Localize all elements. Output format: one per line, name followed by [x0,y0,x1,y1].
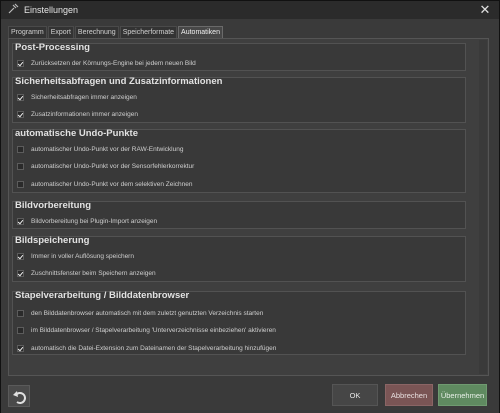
option-label: im Bilddatenbrowser / Stapelverarbeitung… [31,326,276,334]
tab-bar: Programm Export Berechnung Speicherforma… [8,26,224,38]
checkbox[interactable] [17,180,24,188]
tab-programm[interactable]: Programm [8,26,47,38]
group-title: Bildspeicherung [15,235,90,246]
settings-panel: Post-Processing Zurücksetzen der Körnung… [8,38,489,376]
option-label: automatischer Undo-Punkt vor der RAW-Ent… [31,145,184,153]
option-row[interactable]: automatischer Undo-Punkt vor dem selekti… [17,179,193,189]
scrollbar-track[interactable] [479,40,487,374]
option-label: Zusatzinformationen immer anzeigen [31,110,138,118]
option-row[interactable]: im Bilddatenbrowser / Stapelverarbeitung… [17,325,276,335]
checkbox[interactable] [17,344,24,352]
group-title: Stapelverarbeitung / Bilddatenbrowser [15,290,190,301]
window-title: Einstellungen [24,5,79,15]
option-label: Bildvorbereitung bei Plugin-Import anzei… [31,217,158,225]
checkbox[interactable] [17,326,24,334]
dialog-footer: OK Abbrechen Übernehmen [1,379,499,413]
checkbox[interactable] [17,93,24,101]
checkbox[interactable] [17,217,24,225]
option-row[interactable]: den Bilddatenbrowser automatisch mit dem… [17,308,263,318]
checkbox[interactable] [17,162,24,170]
option-row[interactable]: Zuschnittsfenster beim Speichern anzeige… [17,268,156,278]
option-label: automatisch die Datei-Extension zum Date… [31,344,277,352]
ok-button[interactable]: OK [332,384,378,406]
option-label: automatischer Undo-Punkt vor dem selekti… [31,180,193,188]
tab-export[interactable]: Export [47,26,74,38]
group-bildspeicherung: Bildspeicherung Immer in voller Auflösun… [12,235,466,282]
group-title: Bildvorbereitung [15,200,92,211]
option-row[interactable]: Zurücksetzen der Körnungs-Engine bei jed… [17,58,196,68]
checkbox[interactable] [17,145,24,153]
option-row[interactable]: automatischer Undo-Punkt vor der RAW-Ent… [17,144,183,154]
option-label: Immer in voller Auflösung speichern [31,252,134,260]
option-label: Zurücksetzen der Körnungs-Engine bei jed… [31,59,196,67]
checkbox[interactable] [17,110,24,118]
group-title: Post-Processing [15,42,90,53]
apply-button[interactable]: Übernehmen [438,384,487,406]
tab-berechnung[interactable]: Berechnung [74,26,119,38]
undo-icon [13,391,26,404]
option-label: Sicherheitsabfragen immer anzeigen [31,93,137,101]
cancel-button[interactable]: Abbrechen [385,384,433,406]
title-bar[interactable]: Einstellungen ✕ [1,1,499,19]
option-row[interactable]: automatisch die Datei-Extension zum Date… [17,343,276,353]
group-bildvorbereitung: Bildvorbereitung Bildvorbereitung bei Pl… [12,200,466,229]
checkbox[interactable] [17,252,24,260]
option-row[interactable]: Zusatzinformationen immer anzeigen [17,109,138,119]
group-title: automatische Undo-Punkte [15,128,138,139]
group-title: Sicherheitsabfragen und Zusatzinformatio… [15,76,223,87]
tab-speicherformate[interactable]: Speicherformate [119,26,178,38]
checkbox[interactable] [17,59,24,67]
option-row[interactable]: automatischer Undo-Punkt vor der Sensorf… [17,161,194,171]
option-row[interactable]: Immer in voller Auflösung speichern [17,251,134,261]
undo-button[interactable] [8,385,30,407]
settings-window: Einstellungen ✕ Programm Export Berechnu… [0,0,500,413]
close-icon[interactable]: ✕ [477,2,493,18]
checkbox[interactable] [17,309,24,317]
option-label: automatischer Undo-Punkt vor der Sensorf… [31,162,195,170]
tab-automatiken[interactable]: Automatiken [178,26,223,38]
option-row[interactable]: Sicherheitsabfragen immer anzeigen [17,92,137,102]
option-label: Zuschnittsfenster beim Speichern anzeige… [31,269,156,277]
option-row[interactable]: Bildvorbereitung bei Plugin-Import anzei… [17,216,157,226]
group-post-processing: Post-Processing Zurücksetzen der Körnung… [12,42,466,71]
checkbox[interactable] [17,269,24,277]
option-label: den Bilddatenbrowser automatisch mit dem… [31,309,264,317]
app-icon [6,3,20,17]
group-sicherheitsabfragen: Sicherheitsabfragen und Zusatzinformatio… [12,76,466,123]
group-stapelverarbeitung: Stapelverarbeitung / Bilddatenbrowser de… [12,290,466,355]
group-undo-punkte: automatische Undo-Punkte automatischer U… [12,128,466,193]
